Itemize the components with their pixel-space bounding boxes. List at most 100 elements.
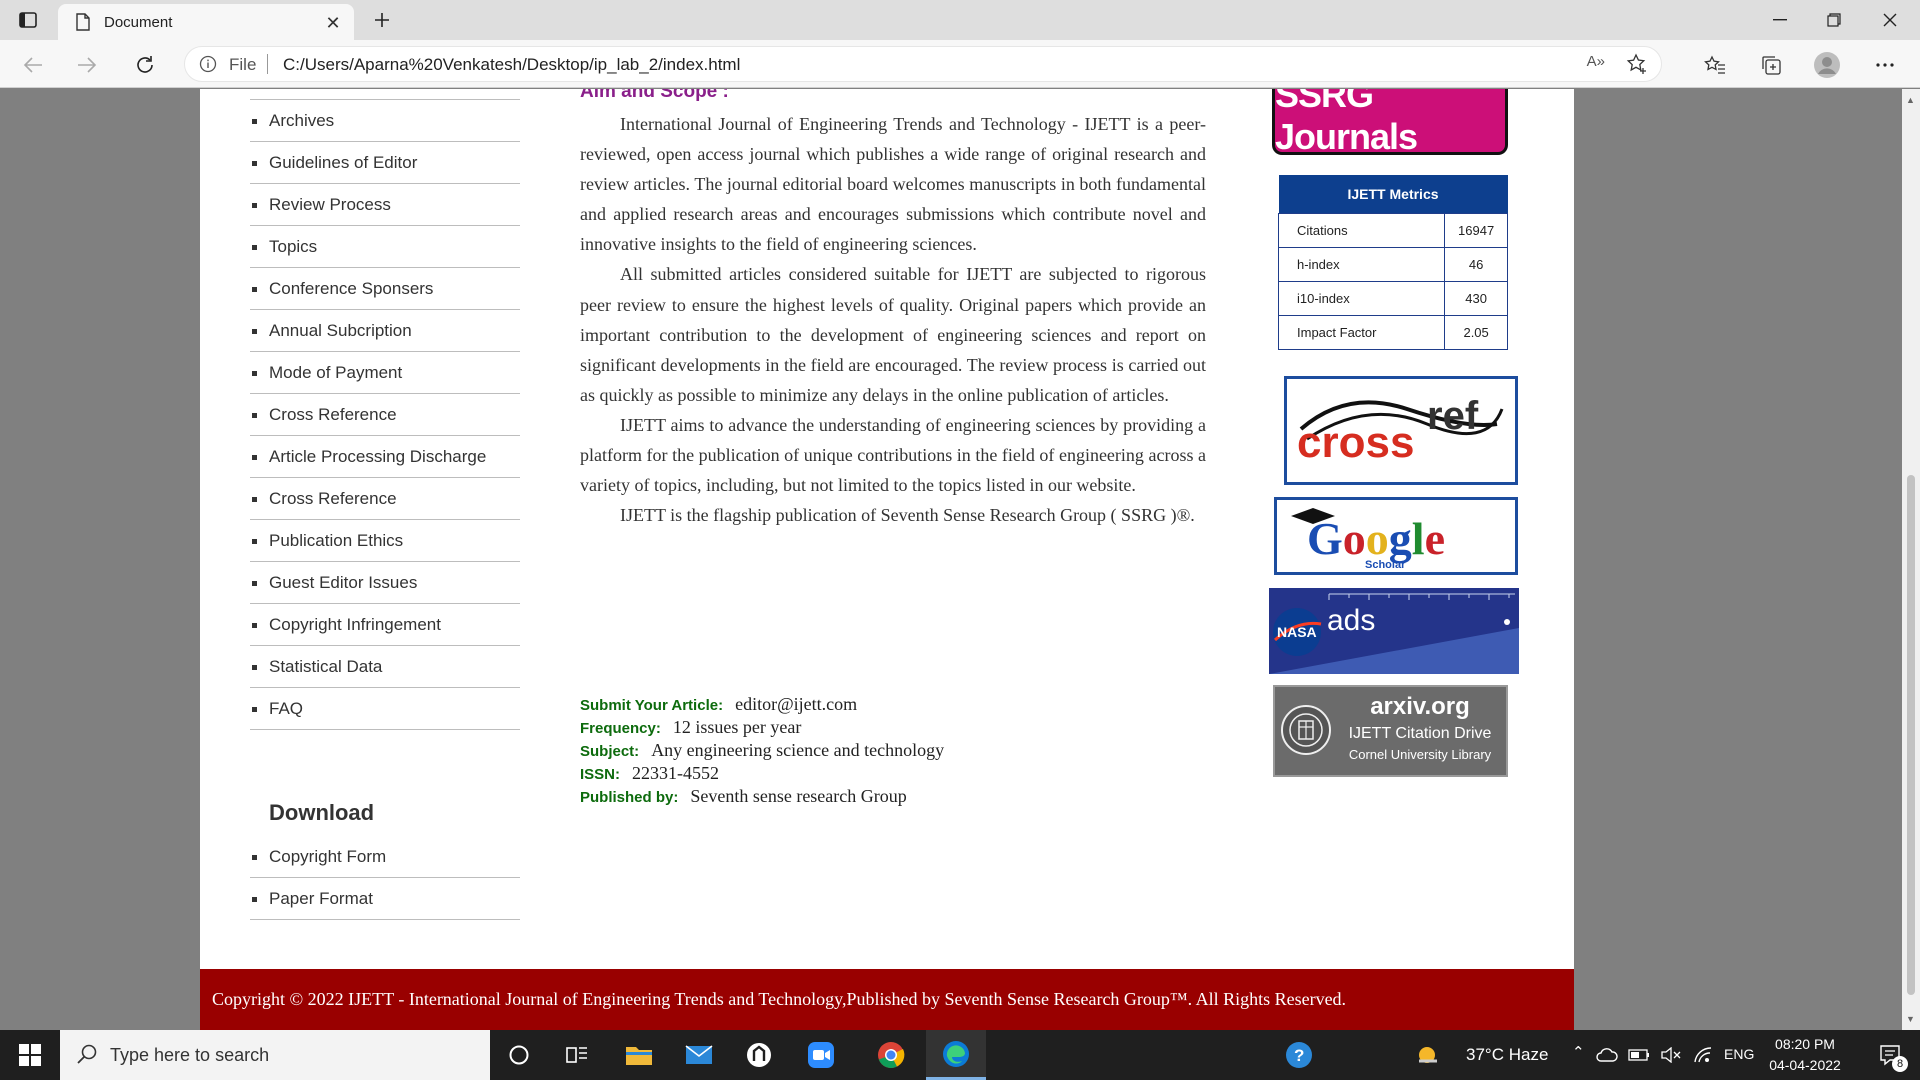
read-aloud-icon[interactable]: A» (1587, 53, 1605, 70)
profile-avatar-icon[interactable] (1812, 50, 1842, 80)
bullet (252, 497, 257, 502)
refresh-icon[interactable] (130, 50, 160, 80)
help-icon[interactable]: ? (1270, 1030, 1328, 1080)
sidebar-item-label[interactable]: Archives (269, 111, 334, 131)
bullet (252, 855, 257, 860)
favorites-icon[interactable] (1700, 50, 1730, 80)
volume-icon[interactable] (1656, 1030, 1686, 1080)
sidebar-item-review-process[interactable]: Review Process (250, 184, 520, 226)
arxiv-logo[interactable]: arxiv.org IJETT Citation Drive Cornel Un… (1273, 685, 1508, 777)
page-scrollbar[interactable]: ▲ ▼ (1902, 89, 1920, 1030)
back-icon[interactable] (18, 50, 48, 80)
taskbar-search-box[interactable]: Type here to search (60, 1030, 490, 1080)
more-options-icon[interactable] (1870, 50, 1900, 80)
detail-frequency: Frequency: 12 issues per year (580, 717, 1206, 740)
sidebar-item-statistical-data[interactable]: Statistical Data (250, 646, 520, 688)
edge-icon[interactable] (926, 1030, 986, 1080)
sidebar-item-label[interactable]: Annual Subcription (269, 321, 412, 341)
google-scholar-logo[interactable]: Google Scholar (1274, 497, 1518, 575)
crossref-logo[interactable]: cross ref (1284, 376, 1518, 485)
collections-icon[interactable] (1756, 50, 1786, 80)
battery-icon[interactable] (1624, 1030, 1654, 1080)
taskbar-search-placeholder[interactable]: Type here to search (110, 1045, 269, 1066)
metrics-row: Citations 16947 (1277, 212, 1508, 248)
sidebar-item-faq[interactable]: FAQ (250, 688, 520, 730)
sidebar-item-article-processing-discharge[interactable]: Article Processing Discharge (250, 436, 520, 478)
clock-time: 08:20 PM (1775, 1036, 1835, 1052)
sidebar-item-label[interactable]: Article Processing Discharge (269, 447, 486, 467)
download-item-label[interactable]: Copyright Form (269, 847, 386, 867)
task-view-icon[interactable] (548, 1030, 606, 1080)
wifi-icon[interactable] (1688, 1030, 1718, 1080)
sidebar-item-archives[interactable]: Archives (250, 100, 520, 142)
sidebar-item-cross-reference-2[interactable]: Cross Reference (250, 478, 520, 520)
sidebar-item-guidelines-of-editor[interactable]: Guidelines of Editor (250, 142, 520, 184)
sidebar-item-topics[interactable]: Topics (250, 226, 520, 268)
sidebar-item-label[interactable]: Guest Editor Issues (269, 573, 417, 593)
sidebar-item-label[interactable]: Copyright Infringement (269, 615, 441, 635)
restore-icon[interactable] (1806, 0, 1862, 40)
forward-icon[interactable] (72, 50, 102, 80)
sidebar-item-label[interactable]: Cross Reference (269, 405, 397, 425)
clock-date: 04-04-2022 (1769, 1057, 1841, 1073)
windows-start-icon[interactable] (0, 1030, 60, 1080)
detail-value: 22331-4552 (632, 763, 720, 783)
bullet (252, 623, 257, 628)
file-explorer-icon[interactable] (610, 1030, 668, 1080)
address-url[interactable]: C:/Users/Aparna%20Venkatesh/Desktop/ip_l… (283, 55, 740, 75)
sidebar-item-label[interactable]: Cross Reference (269, 489, 397, 509)
close-window-icon[interactable] (1862, 0, 1918, 40)
show-hidden-icons-icon[interactable]: ⌃ (1572, 1043, 1585, 1061)
sidebar-item-label[interactable]: Mode of Payment (269, 363, 402, 383)
zoom-icon[interactable] (792, 1030, 850, 1080)
bullet (252, 581, 257, 586)
minimize-icon[interactable] (1752, 0, 1808, 40)
nasa-ads-logo[interactable]: NASA ads (1269, 588, 1519, 674)
sidebar-item-label[interactable]: FAQ (269, 699, 303, 719)
svg-text:?: ? (1294, 1046, 1304, 1065)
sidebar-item-label[interactable]: Statistical Data (269, 657, 382, 677)
address-bar[interactable]: File C:/Users/Aparna%20Venkatesh/Desktop… (184, 46, 1662, 82)
sidebar-item-cross-reference[interactable]: Cross Reference (250, 394, 520, 436)
browser-tab[interactable]: Document ✕ (58, 4, 354, 40)
detail-value[interactable]: editor@ijett.com (735, 694, 857, 715)
add-favorite-icon[interactable] (1625, 52, 1649, 81)
weather-text[interactable]: 37°C Haze (1466, 1045, 1548, 1065)
metric-value: 16947 (1444, 212, 1508, 248)
sidebar-item-annual-subcription[interactable]: Annual Subcription (250, 310, 520, 352)
crossref-ref-text: ref (1427, 394, 1479, 438)
ssrg-journals-logo[interactable]: SSRG Journals (1272, 89, 1508, 157)
sidebar-item-copyright-infringement[interactable]: Copyright Infringement (250, 604, 520, 646)
mail-icon[interactable] (670, 1030, 728, 1080)
new-tab-icon[interactable] (368, 6, 396, 34)
sidebar-item-label[interactable]: Guidelines of Editor (269, 153, 417, 173)
sidebar-item-mode-of-payment[interactable]: Mode of Payment (250, 352, 520, 394)
sidebar-item-label[interactable]: Publication Ethics (269, 531, 403, 551)
bullet (252, 161, 257, 166)
download-item-paper-format[interactable]: Paper Format (250, 878, 520, 920)
weather-icon[interactable] (1410, 1030, 1446, 1080)
taskbar-clock[interactable]: 08:20 PM 04-04-2022 (1750, 1034, 1860, 1076)
sidebar-item-label[interactable]: Topics (269, 237, 317, 257)
close-tab-icon[interactable]: ✕ (322, 12, 344, 34)
download-item-label[interactable]: Paper Format (269, 889, 373, 909)
detail-label: Submit Your Article: (580, 697, 724, 714)
sidebar-item-guest-editor-issues[interactable]: Guest Editor Issues (250, 562, 520, 604)
sidebar-item-label[interactable]: Conference Sponsers (269, 279, 433, 299)
scrollbar-thumb[interactable] (1907, 475, 1915, 995)
scroll-down-icon[interactable]: ▼ (1906, 1014, 1915, 1024)
download-item-copyright-form[interactable]: Copyright Form (250, 836, 520, 878)
notifications-icon[interactable]: 8 (1868, 1030, 1912, 1080)
footer-copyright: Copyright © 2022 IJETT - International J… (212, 989, 1347, 1009)
onedrive-icon[interactable] (1592, 1030, 1622, 1080)
chrome-icon[interactable] (862, 1030, 920, 1080)
sidebar-item-publication-ethics[interactable]: Publication Ethics (250, 520, 520, 562)
info-icon[interactable] (199, 55, 217, 78)
sidebar-item-label[interactable]: Review Process (269, 195, 391, 215)
sidebar-item-conference-sponsers[interactable]: Conference Sponsers (250, 268, 520, 310)
download-heading: Download (269, 800, 375, 825)
app-icon[interactable] (730, 1030, 788, 1080)
cortana-icon[interactable] (490, 1030, 548, 1080)
scroll-up-icon[interactable]: ▲ (1906, 95, 1915, 105)
tab-actions-icon[interactable] (16, 8, 40, 32)
